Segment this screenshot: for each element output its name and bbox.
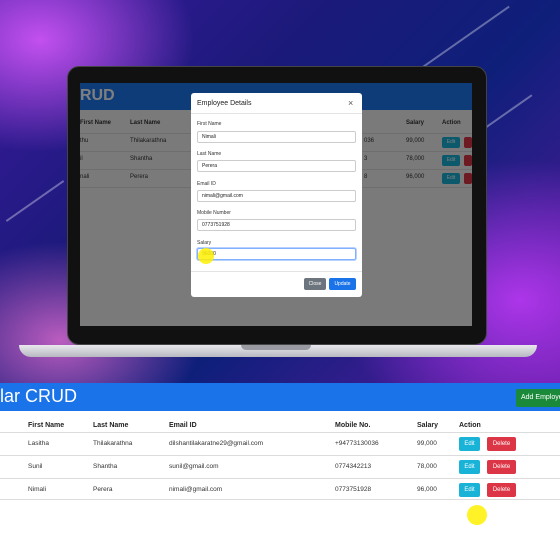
table-row: Sunil Shantha sunil@gmail.com 0774342213… (0, 455, 560, 477)
header-first-name: First Name (28, 422, 65, 429)
email-field[interactable]: nimali@gmail.com (197, 190, 356, 202)
mobile-field[interactable]: 0773751928 (197, 219, 356, 231)
delete-button[interactable]: Delete (487, 460, 516, 474)
header-mobile: Mobile No. (335, 422, 371, 429)
last-name-label: Last Name (197, 151, 222, 157)
modal-divider (191, 271, 362, 272)
cell-email: nimali@gmail.com (169, 486, 223, 493)
cell-first-name: Nimali (28, 486, 47, 493)
salary-field[interactable]: 96000 (197, 248, 356, 260)
cell-last-name: Shantha (93, 463, 118, 470)
app-header: lar CRUD Add Employee (0, 383, 560, 411)
delete-button[interactable]: Delete (487, 483, 516, 497)
close-button[interactable]: Close (304, 278, 326, 290)
cell-first-name: Sunil (28, 463, 43, 470)
edit-button[interactable]: Edit (459, 483, 480, 497)
edit-button[interactable]: Edit (459, 460, 480, 474)
salary-label: Salary (197, 240, 212, 246)
header-email: Email ID (169, 422, 197, 429)
header-last-name: Last Name (93, 422, 129, 429)
cell-mobile: +94773130036 (335, 440, 379, 447)
email-label: Email ID (197, 181, 216, 187)
first-name-label: First Name (197, 121, 222, 127)
header-action: Action (459, 422, 481, 429)
light-streak (5, 180, 65, 222)
first-name-field[interactable]: Nimali (197, 131, 356, 143)
cell-mobile: 0774342213 (335, 463, 372, 470)
cell-first-name: Lasitha (28, 440, 49, 447)
update-button[interactable]: Update (329, 278, 356, 290)
edit-button[interactable]: Edit (459, 437, 480, 451)
cell-last-name: Thilakarathna (93, 440, 133, 447)
cell-mobile: 0773751928 (335, 486, 372, 493)
cursor-highlight (198, 248, 214, 264)
table-row: Lasitha Thilakarathna dilshantilakaratne… (0, 432, 560, 454)
employee-details-modal: Employee Details × First Name Nimali Las… (191, 93, 362, 297)
modal-title: Employee Details (197, 100, 252, 107)
mobile-label: Mobile Number (197, 210, 231, 216)
cursor-highlight (467, 505, 487, 525)
app-view: lar CRUD Add Employee First Name Last Na… (0, 383, 560, 560)
table-row: Nimali Perera nimali@gmail.com 077375192… (0, 478, 560, 500)
page-title: lar CRUD (0, 386, 78, 406)
cell-last-name: Perera (93, 486, 113, 493)
header-salary: Salary (417, 422, 439, 429)
delete-button[interactable]: Delete (487, 437, 516, 451)
cell-salary: 99,000 (417, 440, 437, 447)
cell-salary: 78,000 (417, 463, 437, 470)
modal-divider (191, 113, 362, 114)
cell-email: dilshantilakaratne29@gmail.com (169, 440, 264, 447)
cell-salary: 96,000 (417, 486, 437, 493)
laptop-notch (241, 345, 311, 350)
close-icon[interactable]: × (348, 98, 353, 108)
cell-email: sunil@gmail.com (169, 463, 219, 470)
add-employee-button[interactable]: Add Employee (516, 389, 560, 407)
last-name-field[interactable]: Perera (197, 160, 356, 172)
